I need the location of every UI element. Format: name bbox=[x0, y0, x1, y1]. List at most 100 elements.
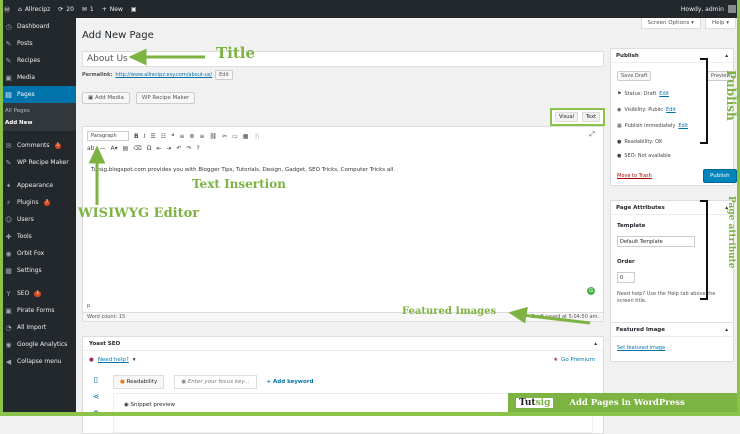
wp-logo-icon[interactable]: Ⓦ bbox=[4, 5, 10, 14]
comments-link[interactable]: ✉ 1 bbox=[82, 6, 94, 13]
attribute-bracket bbox=[700, 200, 708, 300]
unlink-icon[interactable]: ✂ bbox=[222, 133, 227, 140]
permalink-link[interactable]: http://www.allrecipz.esy.com/about-us/ bbox=[115, 72, 212, 78]
help-icon[interactable]: ? bbox=[197, 145, 200, 152]
sidebar-item-label: Google Analytics bbox=[17, 341, 68, 348]
yoast-adminbar-icon[interactable]: ▣ bbox=[131, 6, 137, 13]
undo-icon[interactable]: ↶ bbox=[176, 145, 181, 152]
sidebar-item-google-analytics[interactable]: ◉ Google Analytics bbox=[0, 336, 76, 353]
sidebar-item-media[interactable]: ▣ Media bbox=[0, 69, 76, 86]
order-label: Order bbox=[617, 259, 635, 265]
toolbar-toggle-icon[interactable]: ▦ bbox=[243, 133, 249, 140]
editor-toolbar-1: Paragraph B I ☰ ☷ ❝ ≡ ≣ ≡ ⛓ ✂ ▭ ▦ 🍴 bbox=[87, 131, 261, 141]
sidebar-item-seo[interactable]: Y SEO 1 bbox=[0, 285, 76, 302]
submenu-add-new[interactable]: Add New bbox=[0, 117, 76, 129]
link-icon[interactable]: ⛓ bbox=[209, 133, 217, 140]
share-icon[interactable]: ⋖ bbox=[93, 392, 100, 401]
sidebar-item-pirate-forms[interactable]: ▣ Pirate Forms bbox=[0, 302, 76, 319]
add-media-button[interactable]: ▣ Add Media bbox=[82, 92, 130, 104]
sidebar-item-collapse-menu[interactable]: ◀ Collapse menu bbox=[0, 353, 76, 370]
chevron-down-icon[interactable]: ▾ bbox=[133, 357, 136, 363]
tab-readability[interactable]: ● Readability bbox=[113, 375, 165, 389]
template-select[interactable]: Default Template bbox=[617, 236, 695, 247]
clear-format-icon[interactable]: ⌫ bbox=[133, 145, 141, 152]
sidebar-item-plugins[interactable]: ⚡ Plugins 7 bbox=[0, 194, 76, 211]
users-icon: ☺ bbox=[5, 215, 13, 224]
recipe-maker-button[interactable]: WP Recipe Maker bbox=[135, 92, 196, 104]
strikethrough-icon[interactable]: ab bbox=[87, 145, 95, 152]
submenu-all-pages[interactable]: All Pages bbox=[0, 105, 76, 117]
footer-caption: Add Pages in WordPress bbox=[569, 397, 685, 408]
sidebar-item-pages[interactable]: ▤ Pages bbox=[0, 86, 76, 103]
text-color-icon[interactable]: A▾ bbox=[111, 145, 118, 152]
recipe-icon[interactable]: 🍴 bbox=[253, 133, 260, 140]
grammarly-icon[interactable]: G bbox=[587, 287, 595, 295]
outdent-icon[interactable]: ⇤ bbox=[156, 145, 161, 152]
align-left-icon[interactable]: ≡ bbox=[179, 133, 184, 140]
sidebar-item-label: Pirate Forms bbox=[17, 307, 55, 314]
redo-icon[interactable]: ↷ bbox=[186, 145, 191, 152]
collapse-toggle-icon[interactable]: ▴ bbox=[725, 53, 728, 59]
title-input[interactable]: About Us bbox=[82, 51, 604, 67]
my-account[interactable]: Howdy, admin bbox=[681, 5, 736, 13]
collapse-toggle-icon[interactable]: ▴ bbox=[594, 341, 597, 347]
sidebar-item-tools[interactable]: ✚ Tools bbox=[0, 228, 76, 245]
bullet-list-icon[interactable]: ☰ bbox=[150, 133, 155, 140]
set-featured-image-link[interactable]: Set featured image bbox=[617, 345, 665, 351]
need-help-link[interactable]: Need help? bbox=[98, 357, 129, 363]
blockquote-icon[interactable]: ❝ bbox=[171, 133, 174, 140]
sidebar-item-dashboard[interactable]: ◷ Dashboard bbox=[0, 18, 76, 35]
sidebar-item-users[interactable]: ☺ Users bbox=[0, 211, 76, 228]
move-to-trash-link[interactable]: Move to Trash bbox=[617, 173, 652, 179]
order-input[interactable]: 0 bbox=[617, 272, 635, 283]
special-char-icon[interactable]: Ω bbox=[147, 145, 152, 152]
focus-keyword-input[interactable]: ● Enter your focus key... bbox=[174, 375, 257, 389]
sidebar-item-recipes[interactable]: ✎ Recipes bbox=[0, 52, 76, 69]
edit-visibility-link[interactable]: Edit bbox=[666, 107, 676, 113]
align-center-icon[interactable]: ≣ bbox=[189, 133, 194, 140]
fullscreen-icon[interactable]: ⤢ bbox=[589, 130, 595, 139]
sidebar-item-settings[interactable]: ▦ Settings bbox=[0, 262, 76, 279]
sidebar-item-wp-recipe-maker[interactable]: ✎ WP Recipe Maker bbox=[0, 154, 76, 171]
tab-visual[interactable]: Visual bbox=[555, 112, 578, 122]
add-keyword-button[interactable]: + Add keyword bbox=[267, 379, 314, 385]
sidebar-item-comments[interactable]: ✉ Comments 1 bbox=[0, 137, 76, 154]
permalink-edit-button[interactable]: Edit bbox=[215, 70, 233, 80]
indent-icon[interactable]: ⇥ bbox=[166, 145, 171, 152]
align-right-icon[interactable]: ≡ bbox=[199, 133, 204, 140]
format-select[interactable]: Paragraph bbox=[87, 131, 129, 141]
collapse-toggle-icon[interactable]: ▴ bbox=[725, 327, 728, 333]
help-circle-icon: ● bbox=[89, 357, 94, 363]
count-badge: 1 bbox=[34, 290, 42, 297]
read-more-icon[interactable]: ▭ bbox=[232, 133, 238, 140]
site-name-link[interactable]: ⌂ Allrecipz bbox=[18, 6, 50, 13]
sidebar-item-all-import[interactable]: ◔ All Import bbox=[0, 319, 76, 336]
updates-link[interactable]: ⟳ 20 bbox=[58, 6, 74, 13]
edit-time-link[interactable]: Edit bbox=[678, 123, 688, 129]
seo-status-icon: ● bbox=[617, 153, 622, 159]
appearance-icon: ✦ bbox=[5, 181, 12, 190]
traffic-light-icon[interactable]: ▯ bbox=[94, 375, 98, 384]
paste-text-icon[interactable]: ▤ bbox=[123, 145, 129, 152]
bold-icon[interactable]: B bbox=[134, 133, 139, 140]
edit-status-link[interactable]: Edit bbox=[659, 91, 669, 97]
annotation-title: Title bbox=[216, 44, 256, 62]
help-button[interactable]: Help ▾ bbox=[704, 18, 736, 29]
go-premium-link[interactable]: ★ Go Premium bbox=[553, 357, 595, 363]
tab-text[interactable]: Text bbox=[581, 112, 601, 122]
italic-icon[interactable]: I bbox=[144, 133, 146, 140]
save-draft-button[interactable]: Save Draft bbox=[617, 71, 652, 81]
sidebar-item-orbit-fox[interactable]: ◉ Orbit Fox bbox=[0, 245, 76, 262]
gear-icon[interactable]: ⚙ bbox=[92, 409, 99, 418]
sidebar-item-posts[interactable]: ✎ Posts bbox=[0, 35, 76, 52]
screen-options-button[interactable]: Screen Options ▾ bbox=[640, 18, 701, 29]
content-editor[interactable]: Paragraph B I ☰ ☷ ❝ ≡ ≣ ≡ ⛓ ✂ ▭ ▦ 🍴 ab —… bbox=[82, 126, 604, 322]
template-label: Template bbox=[617, 223, 646, 229]
numbered-list-icon[interactable]: ☷ bbox=[161, 133, 166, 140]
editor-body-text[interactable]: Tutsig.blogspot.com provides you with Bl… bbox=[91, 167, 395, 173]
sidebar-item-appearance[interactable]: ✦ Appearance bbox=[0, 177, 76, 194]
new-content-link[interactable]: + New bbox=[102, 6, 123, 13]
publish-button[interactable]: Publish bbox=[703, 169, 737, 183]
sidebar-item-label: Plugins bbox=[17, 199, 39, 206]
horizontal-line-icon[interactable]: — bbox=[100, 145, 106, 152]
